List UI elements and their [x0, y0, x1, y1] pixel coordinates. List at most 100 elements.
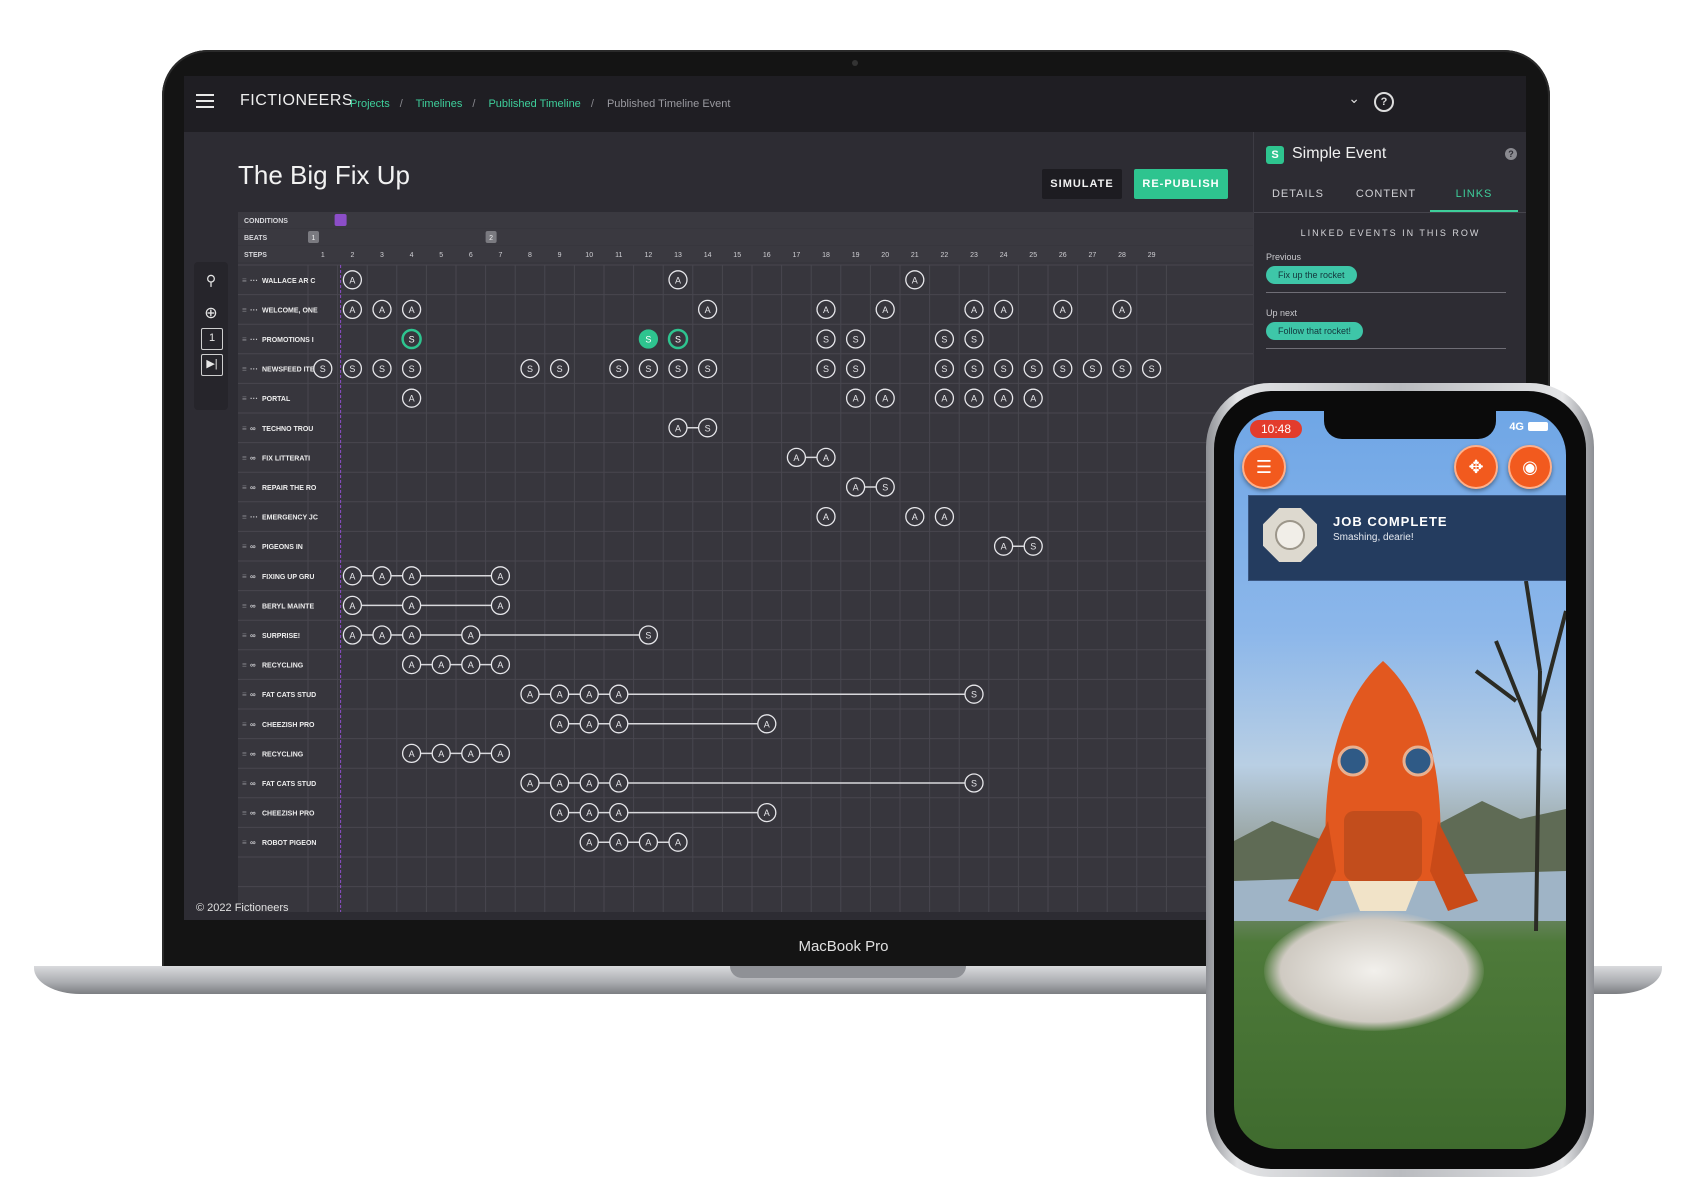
action-event-label: A	[409, 601, 415, 611]
row-label: FIX LITTERATI	[262, 455, 310, 462]
simple-event-label: S	[705, 364, 711, 374]
drag-handle-icon: ≡	[242, 542, 247, 551]
move-icon[interactable]: ✥	[1454, 445, 1498, 489]
simple-event-label: S	[941, 364, 947, 374]
more-icon: ···	[250, 335, 258, 344]
camera-icon[interactable]: ◉	[1508, 445, 1552, 489]
row-label: CHEEZISH PRO	[262, 722, 315, 729]
event-type-badge: S	[1266, 146, 1284, 164]
search-icon[interactable]: ⚲	[201, 270, 221, 290]
action-event-label: A	[971, 305, 977, 315]
beat-label: 1	[312, 235, 316, 242]
action-event-label: A	[557, 690, 563, 700]
action-event-label: A	[379, 305, 385, 315]
help-icon[interactable]: ?	[1505, 148, 1517, 160]
simple-event-label: S	[971, 779, 977, 789]
job-complete-notification[interactable]: JOB COMPLETE Smashing, dearie!	[1248, 495, 1566, 581]
action-event-label: A	[882, 305, 888, 315]
row-label: PIGEONS IN	[262, 544, 303, 551]
zoom-in-icon[interactable]: ⊕	[201, 304, 221, 324]
help-icon[interactable]: ?	[1374, 92, 1394, 112]
action-event-label: A	[675, 838, 681, 848]
step-number: 19	[852, 252, 860, 259]
simple-event-label: S	[971, 690, 977, 700]
panel-tabs: DETAILS CONTENT LINKS	[1254, 176, 1526, 213]
action-event-label: A	[527, 690, 533, 700]
laptop-notch	[730, 966, 966, 978]
simple-event-label: S	[971, 335, 977, 345]
action-event-label: A	[1060, 305, 1066, 315]
row-label: NEWSFEED ITE	[262, 367, 315, 374]
previous-label: Previous	[1266, 252, 1302, 262]
action-event-label: A	[349, 631, 355, 641]
link-icon: ∞	[250, 542, 256, 551]
divider	[1266, 292, 1506, 293]
row-label: SURPRISE!	[262, 633, 300, 640]
action-event-label: A	[971, 394, 977, 404]
row-label: ROBOT PIGEON	[262, 840, 316, 847]
step-number: 13	[674, 252, 682, 259]
chevron-down-icon[interactable]: ⌄	[1348, 90, 1360, 107]
status-indicators: 4G	[1509, 421, 1548, 433]
tab-details[interactable]: DETAILS	[1254, 176, 1342, 212]
beat-number-button[interactable]: 1	[201, 328, 223, 350]
row-label: WELCOME, ONE	[262, 307, 318, 314]
previous-event-chip[interactable]: Fix up the rocket	[1266, 266, 1357, 284]
more-icon: ···	[250, 365, 258, 374]
breadcrumb-projects[interactable]: Projects	[350, 98, 390, 110]
drag-handle-icon: ≡	[242, 483, 247, 492]
tab-links[interactable]: LINKS	[1430, 176, 1518, 212]
step-number: 21	[911, 252, 919, 259]
action-event-label: A	[497, 601, 503, 611]
action-event-label: A	[497, 571, 503, 581]
simple-event-label: S	[527, 364, 533, 374]
condition-marker[interactable]	[334, 214, 347, 226]
action-event-label: A	[349, 601, 355, 611]
action-event-label: A	[586, 690, 592, 700]
action-event-label: A	[379, 631, 385, 641]
drag-handle-icon: ≡	[242, 661, 247, 670]
action-event-label: A	[882, 394, 888, 404]
row-label: PROMOTIONS I	[262, 337, 314, 344]
breadcrumb-published-timeline[interactable]: Published Timeline	[488, 98, 580, 110]
menu-icon[interactable]	[196, 94, 214, 108]
action-event-label: A	[349, 571, 355, 581]
clipboard-icon[interactable]: ☰	[1242, 445, 1286, 489]
jump-to-end-icon[interactable]: ▶|	[201, 354, 223, 376]
drag-handle-icon: ≡	[242, 749, 247, 758]
action-event-label: A	[675, 423, 681, 433]
action-event-label: A	[853, 394, 859, 404]
action-event-label: A	[409, 660, 415, 670]
simulate-button[interactable]: SIMULATE	[1042, 169, 1122, 199]
step-number: 5	[439, 252, 443, 259]
next-label: Up next	[1266, 308, 1298, 318]
link-icon: ∞	[250, 631, 256, 640]
step-number: 15	[733, 252, 741, 259]
action-event-label: A	[468, 631, 474, 641]
breadcrumb-timelines[interactable]: Timelines	[416, 98, 463, 110]
next-event-chip[interactable]: Follow that rocket!	[1266, 322, 1364, 340]
action-event-label: A	[616, 719, 622, 729]
more-icon: ···	[250, 276, 258, 285]
app-title[interactable]: FICTIONEERS	[240, 92, 353, 110]
tab-content[interactable]: CONTENT	[1342, 176, 1430, 212]
action-event-label: A	[1030, 394, 1036, 404]
row-label: EMERGENCY JC	[262, 515, 318, 522]
action-event-label: A	[1119, 305, 1125, 315]
notification-title: JOB COMPLETE	[1333, 514, 1448, 529]
simple-event-label: S	[941, 335, 947, 345]
row-label: RECYCLING	[262, 751, 304, 758]
action-event-label: A	[586, 719, 592, 729]
action-event-label: A	[1001, 394, 1007, 404]
action-event-label: A	[557, 808, 563, 818]
action-event-label: A	[409, 394, 415, 404]
drag-handle-icon: ≡	[242, 631, 247, 640]
simple-event-label: S	[1149, 364, 1155, 374]
action-event-label: A	[705, 305, 711, 315]
step-number: 2	[350, 252, 354, 259]
battery-icon	[1528, 422, 1548, 431]
phone-notch	[1324, 411, 1496, 439]
action-event-label: A	[468, 660, 474, 670]
republish-button[interactable]: RE-PUBLISH	[1134, 169, 1228, 199]
action-event-label: A	[497, 749, 503, 759]
